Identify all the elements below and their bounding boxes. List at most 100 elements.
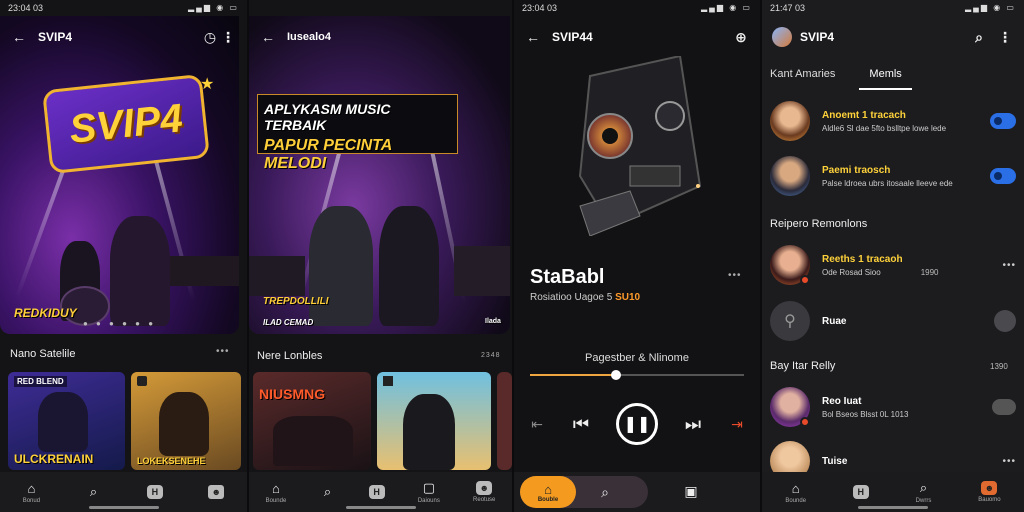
status-bar: 21:47 03 ▂▄▆ ◉ ▭	[762, 0, 1024, 16]
album-card[interactable]: LOKEKSENEHE	[131, 372, 241, 470]
nav-profile[interactable]: ☻ Reotuse	[473, 481, 495, 503]
nav-downloads[interactable]: ▢ Daiouns	[418, 480, 440, 504]
hero-tag: ILAD CEMAD	[263, 318, 314, 327]
nav-label: Bonud	[22, 498, 41, 504]
screen-library: 21:47 03 ▂▄▆ ◉ ▭ SVIP4 ⌕ ⋮ Kant Amaries …	[762, 0, 1024, 512]
pause-button[interactable]: ❚❚	[616, 403, 658, 445]
list-item[interactable]: Reeths 1 tracaoh Ode Rosad Sioo 1990 •••	[770, 242, 1016, 288]
guitarist-figure	[110, 216, 170, 326]
album-card[interactable]: NIUSMNG	[253, 372, 371, 470]
nav-profile[interactable]: ☻	[208, 485, 225, 499]
toggle-switch[interactable]	[992, 399, 1016, 415]
back-arrow-icon[interactable]: ←	[10, 28, 28, 46]
nav-library[interactable]: H	[146, 485, 163, 499]
more-icon[interactable]: •••	[1002, 456, 1016, 467]
status-bar	[249, 0, 512, 16]
track-artist: Rosiatioo Uagoe 5	[530, 292, 613, 303]
hero-caption: REDKIDUY	[14, 306, 77, 320]
card-caption: LOKEKSENEHE	[137, 456, 206, 466]
tab-media[interactable]: Memls	[859, 66, 912, 90]
search-icon: ⌕	[919, 480, 928, 495]
avatar[interactable]	[772, 27, 792, 47]
history-icon[interactable]: ◷	[201, 28, 219, 46]
item-title: Tuise	[822, 455, 848, 467]
nav-label: Bauomo	[978, 497, 1001, 503]
status-time: 23:04 03	[522, 3, 558, 13]
more-vert-icon[interactable]: ⋮	[996, 28, 1014, 46]
nav-library[interactable]: H	[368, 485, 385, 499]
status-bar: 23:04 03 ▂▄▆ ◉ ▭	[514, 0, 760, 16]
list-item[interactable]: ⚲ Ruae	[770, 298, 1016, 344]
piano	[249, 256, 305, 296]
settings-icon[interactable]	[994, 310, 1016, 332]
album-card[interactable]: RED BLEND ULCKRENAIN	[8, 372, 125, 470]
nav-label: Bounde	[785, 498, 807, 504]
search-icon[interactable]: ⌕	[970, 28, 988, 46]
nav-home[interactable]: ⌂ Bounde	[265, 480, 287, 505]
album-card[interactable]	[377, 372, 491, 470]
status-time: 23:04 03	[8, 3, 44, 13]
seek-bar[interactable]	[530, 370, 744, 380]
section-title: Nano Satelile	[10, 348, 76, 360]
item-title: Ruae	[822, 315, 847, 327]
toggle-switch[interactable]	[990, 113, 1016, 129]
list-item[interactable]: Anoemt 1 tracach Aldle6 Sl dae 5fto bsllt…	[770, 98, 1016, 144]
nav-label: Bounde	[265, 498, 287, 504]
nav-home[interactable]: ⌂ Bonud	[22, 480, 41, 505]
screen-promo: APLYKASM MUSIC TERBAIK PAPUR PECINTA MEL…	[249, 0, 512, 512]
svip4-logo: SVIP4	[42, 73, 210, 175]
screen-home: SVIP4 ★ REDKIDUY ● ● ● ● ● ● 23:04 03 ▂▄…	[0, 0, 247, 512]
avatar	[770, 101, 810, 141]
profile-icon[interactable]: ▣	[682, 482, 700, 500]
seek-progress	[530, 374, 616, 376]
item-meta: 1990	[920, 267, 939, 277]
nav-search[interactable]: ⌕ Dwrrs	[916, 480, 932, 504]
library-icon: H	[368, 485, 385, 499]
guitarist-figure	[403, 394, 455, 470]
previous-icon[interactable]: ⏮	[572, 414, 590, 434]
list-item[interactable]: Paemi traosch Palse ldroea ubrs itosaale …	[770, 153, 1016, 199]
more-icon[interactable]: •••	[728, 270, 742, 281]
toggle-switch[interactable]	[990, 168, 1016, 184]
album-card[interactable]	[497, 372, 512, 470]
status-time: 21:47 03	[770, 3, 806, 13]
repeat-icon[interactable]: ⇥	[728, 415, 746, 433]
headline-box: APLYKASM MUSIC TERBAIK PAPUR PECINTA MEL…	[257, 94, 458, 172]
band-figure	[273, 416, 353, 466]
playback-controls: ⇤ ⏮ ❚❚ ⏭ ⇥	[528, 402, 746, 446]
back-arrow-icon[interactable]: ←	[259, 28, 277, 46]
app-bar: ← SVIP44 ⊕	[514, 24, 760, 50]
nav-profile[interactable]: ☻ Bauomo	[978, 481, 1001, 503]
hero-tag: Ilada	[485, 318, 501, 325]
hero-banner[interactable]: SVIP4 ★ REDKIDUY ● ● ● ● ● ●	[0, 16, 239, 334]
speaker-artwork	[578, 56, 702, 236]
nav-label: Daiouns	[417, 498, 440, 504]
card-caption: NIUSMNG	[259, 386, 326, 402]
more-vert-icon[interactable]: ⋮	[219, 28, 237, 46]
nav-search[interactable]: ⌕	[85, 484, 101, 500]
card-caption: ULCKRENAIN	[14, 452, 94, 466]
next-icon[interactable]: ⏭	[684, 414, 702, 434]
nav-home[interactable]: ⌂ Bouble	[520, 476, 576, 508]
item-title: Reo Iuat	[822, 395, 862, 407]
album-name: Pagestber & Nlinome	[585, 352, 689, 364]
home-icon: ⌂	[791, 480, 800, 496]
seek-knob[interactable]	[610, 370, 621, 380]
search-icon[interactable]: ⌕	[596, 483, 614, 501]
shuffle-icon[interactable]: ⇤	[528, 415, 546, 433]
nav-search[interactable]: ⌕	[319, 484, 335, 500]
more-icon[interactable]: •••	[1002, 260, 1016, 271]
search-icon: ⌕	[89, 484, 98, 499]
screen-now-playing: 23:04 03 ▂▄▆ ◉ ▭ ← SVIP44 ⊕ StaBabl ••• …	[514, 0, 760, 512]
more-icon[interactable]: •••	[216, 346, 230, 357]
nav-home[interactable]: ⌂ Bounde	[785, 480, 807, 505]
profile-icon: ☻	[476, 481, 493, 495]
app-title: SVIP4	[800, 30, 835, 44]
back-arrow-icon[interactable]: ←	[524, 28, 542, 46]
nav-library[interactable]: H	[852, 485, 869, 499]
carousel-dots[interactable]: ● ● ● ● ● ●	[0, 319, 239, 328]
hero-banner[interactable]: APLYKASM MUSIC TERBAIK PAPUR PECINTA MEL…	[249, 16, 510, 334]
list-item[interactable]: Reo Iuat Bol Bseos Blsst 0L 1013	[770, 384, 1016, 430]
download-icon[interactable]: ⊕	[732, 28, 750, 46]
tab-artists[interactable]: Kant Amaries	[770, 66, 835, 90]
